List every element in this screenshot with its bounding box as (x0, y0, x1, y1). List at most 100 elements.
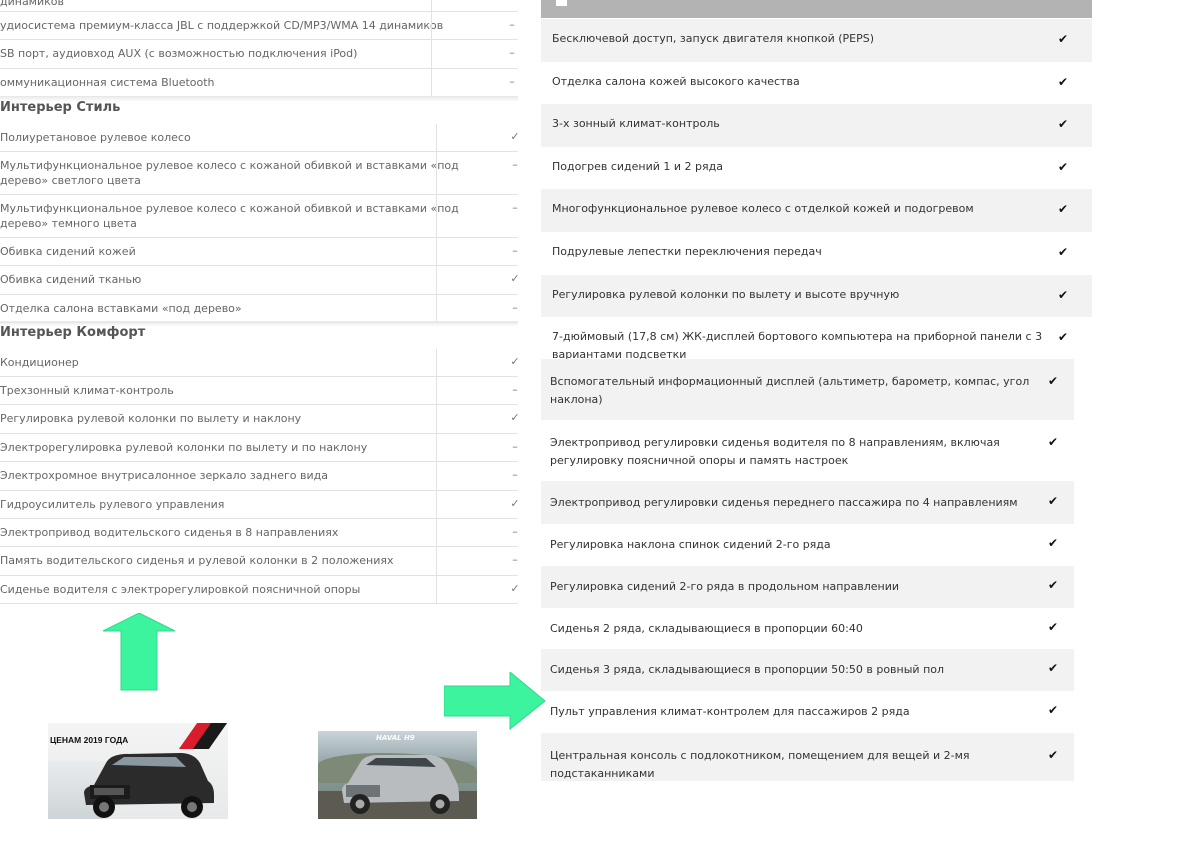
feature-label: Полиуретановое рулевое колесо (0, 131, 191, 144)
dash-icon: – (512, 244, 518, 257)
feature-label: Вспомогательный информационный дисплей (… (550, 375, 1030, 406)
feature-label: динамиков (0, 0, 64, 8)
feature-label: SB порт, аудиовход AUX (с возможностью п… (0, 47, 358, 60)
feature-label: Подогрев сидений 1 и 2 ряда (552, 159, 723, 173)
feature-label: Регулировка наклона спинок сидений 2-го … (550, 538, 831, 551)
column-divider (436, 238, 437, 265)
feature-label: Память водительского сиденья и рулевой к… (0, 554, 394, 567)
haval-h9-thumbnail[interactable]: HAVAL H9 (318, 731, 477, 819)
table-row: Электропривод регулировки сиденья водите… (541, 420, 1074, 481)
right-arrow-icon (444, 672, 546, 730)
dash-icon: – (509, 46, 515, 59)
table-row: 7-дюймовый (17,8 см) ЖК-дисплей бортовог… (541, 317, 1092, 359)
table-row: Регулировка рулевой колонки по вылету и … (541, 274, 1092, 318)
column-divider (436, 295, 437, 322)
column-divider (436, 124, 437, 151)
table-row: SB порт, аудиовход AUX (с возможностью п… (0, 40, 518, 69)
check-icon: ✔ (1058, 330, 1069, 345)
check-icon: ✓ (510, 130, 520, 143)
check-icon: ✔ (1048, 435, 1059, 449)
dash-icon: – (512, 440, 518, 453)
check-icon: ✓ (510, 582, 520, 595)
feature-label: Подрулевые лепестки переключения передач (552, 245, 822, 258)
thumb-caption: ЦЕНАМ 2019 ГОДА (50, 735, 129, 745)
feature-label: Сиденья 2 ряда, складывающиеся в пропорц… (550, 622, 863, 635)
column-divider (431, 40, 432, 68)
column-divider (436, 377, 437, 404)
feature-label: Многофункциональное рулевое колесо с отд… (552, 202, 974, 216)
right-table-header-checkbox[interactable] (556, 0, 567, 6)
feature-label: Трехзонный климат-контроль (0, 384, 174, 397)
feature-label: Пульт управления климат-контролем для па… (550, 705, 910, 718)
column-divider (436, 462, 437, 490)
check-icon: ✔ (1048, 661, 1059, 675)
column-divider (436, 434, 437, 461)
feature-label: 7-дюймовый (17,8 см) ЖК-дисплей бортовог… (552, 330, 1043, 359)
table-row: Мультифункциональное рулевое колесо с ко… (0, 195, 518, 238)
check-icon: ✓ (510, 272, 520, 285)
check-icon: ✔ (1058, 74, 1069, 89)
table-row: Электрорегулировка рулевой колонки по вы… (0, 434, 518, 462)
column-divider (436, 547, 437, 575)
table-row: Центральная консоль с подлокотником, пом… (541, 733, 1074, 781)
table-row: Электропривод водительского сиденья в 8 … (0, 519, 518, 547)
check-icon: ✔ (1048, 494, 1059, 508)
table-row: Отделка салона кожей высокого качества ✔ (541, 61, 1092, 105)
column-divider (436, 491, 437, 518)
suv-car-icon (84, 753, 214, 818)
table-row: Электрохромное внутрисалонное зеркало за… (0, 462, 518, 491)
feature-label: Отделка салона кожей высокого качества (552, 74, 800, 88)
feature-label: Электрохромное внутрисалонное зеркало за… (0, 469, 328, 482)
table-row: Подогрев сидений 1 и 2 ряда ✔ (541, 146, 1092, 190)
column-divider (436, 349, 437, 376)
feature-label: Регулировка рулевой колонки по вылету и … (0, 412, 302, 425)
check-icon: ✔ (1058, 159, 1069, 174)
feature-label: Мультифункциональное рулевое колесо с ко… (0, 159, 459, 187)
column-divider (436, 266, 437, 294)
column-divider (436, 519, 437, 546)
table-row: удиосистема премиум-класса JBL с поддерж… (0, 12, 518, 40)
column-divider (436, 152, 437, 194)
table-row: динамиков (0, 0, 518, 12)
feature-label: Электропривод регулировки сиденья водите… (550, 436, 1000, 467)
section-title: Интерьер Комфорт (0, 325, 146, 340)
land-cruiser-thumbnail[interactable]: ЦЕНАМ 2019 ГОДА (48, 723, 228, 819)
feature-label: Гидроусилитель рулевого управления (0, 498, 225, 511)
column-divider (431, 12, 432, 39)
table-row: Гидроусилитель рулевого управления ✓ (0, 491, 520, 519)
check-icon: ✔ (1048, 748, 1059, 762)
check-icon: ✔ (1048, 620, 1059, 634)
table-row: Полиуретановое рулевое колесо ✓ (0, 124, 520, 152)
table-row: Сиденья 3 ряда, складывающиеся в пропорц… (541, 649, 1074, 691)
feature-label: Регулировка рулевой колонки по вылету и … (552, 287, 900, 301)
table-row: Бесключевой доступ, запуск двигателя кно… (541, 19, 1092, 62)
column-divider (431, 69, 432, 96)
check-icon: ✔ (1058, 32, 1069, 46)
feature-label: Сиденье водителя с электрорегулировкой п… (0, 583, 361, 596)
dash-icon: – (512, 468, 518, 481)
feature-label: Электропривод водительского сиденья в 8 … (0, 526, 339, 539)
check-icon: ✔ (1058, 245, 1069, 259)
table-row: Регулировка сидений 2-го ряда в продольн… (541, 566, 1074, 608)
table-row: Сиденья 2 ряда, складывающиеся в пропорц… (541, 608, 1074, 649)
column-divider (436, 576, 437, 603)
check-icon: ✓ (510, 355, 520, 368)
check-icon: ✓ (510, 411, 520, 424)
dash-icon: – (512, 301, 518, 314)
check-icon: ✔ (1048, 578, 1059, 592)
table-row: Обивка сидений кожей – (0, 238, 518, 266)
table-row: Пульт управления климат-контролем для па… (541, 691, 1074, 733)
dash-icon: – (512, 525, 518, 538)
column-divider (436, 195, 437, 237)
thumb-caption: HAVAL H9 (376, 734, 415, 742)
check-icon: ✔ (1048, 374, 1059, 388)
table-row: Вспомогательный информационный дисплей (… (541, 359, 1074, 420)
feature-label: Сиденья 3 ряда, складывающиеся в пропорц… (550, 663, 945, 676)
feature-label: Бесключевой доступ, запуск двигателя кно… (552, 32, 875, 45)
feature-label: оммуникационная система Bluetooth (0, 76, 215, 89)
feature-label: Кондиционер (0, 356, 79, 369)
table-row: Регулировка рулевой колонки по вылету и … (0, 405, 520, 434)
dash-icon: – (509, 18, 515, 31)
feature-label: Обивка сидений кожей (0, 245, 136, 258)
right-table-header-bar (541, 0, 1092, 18)
